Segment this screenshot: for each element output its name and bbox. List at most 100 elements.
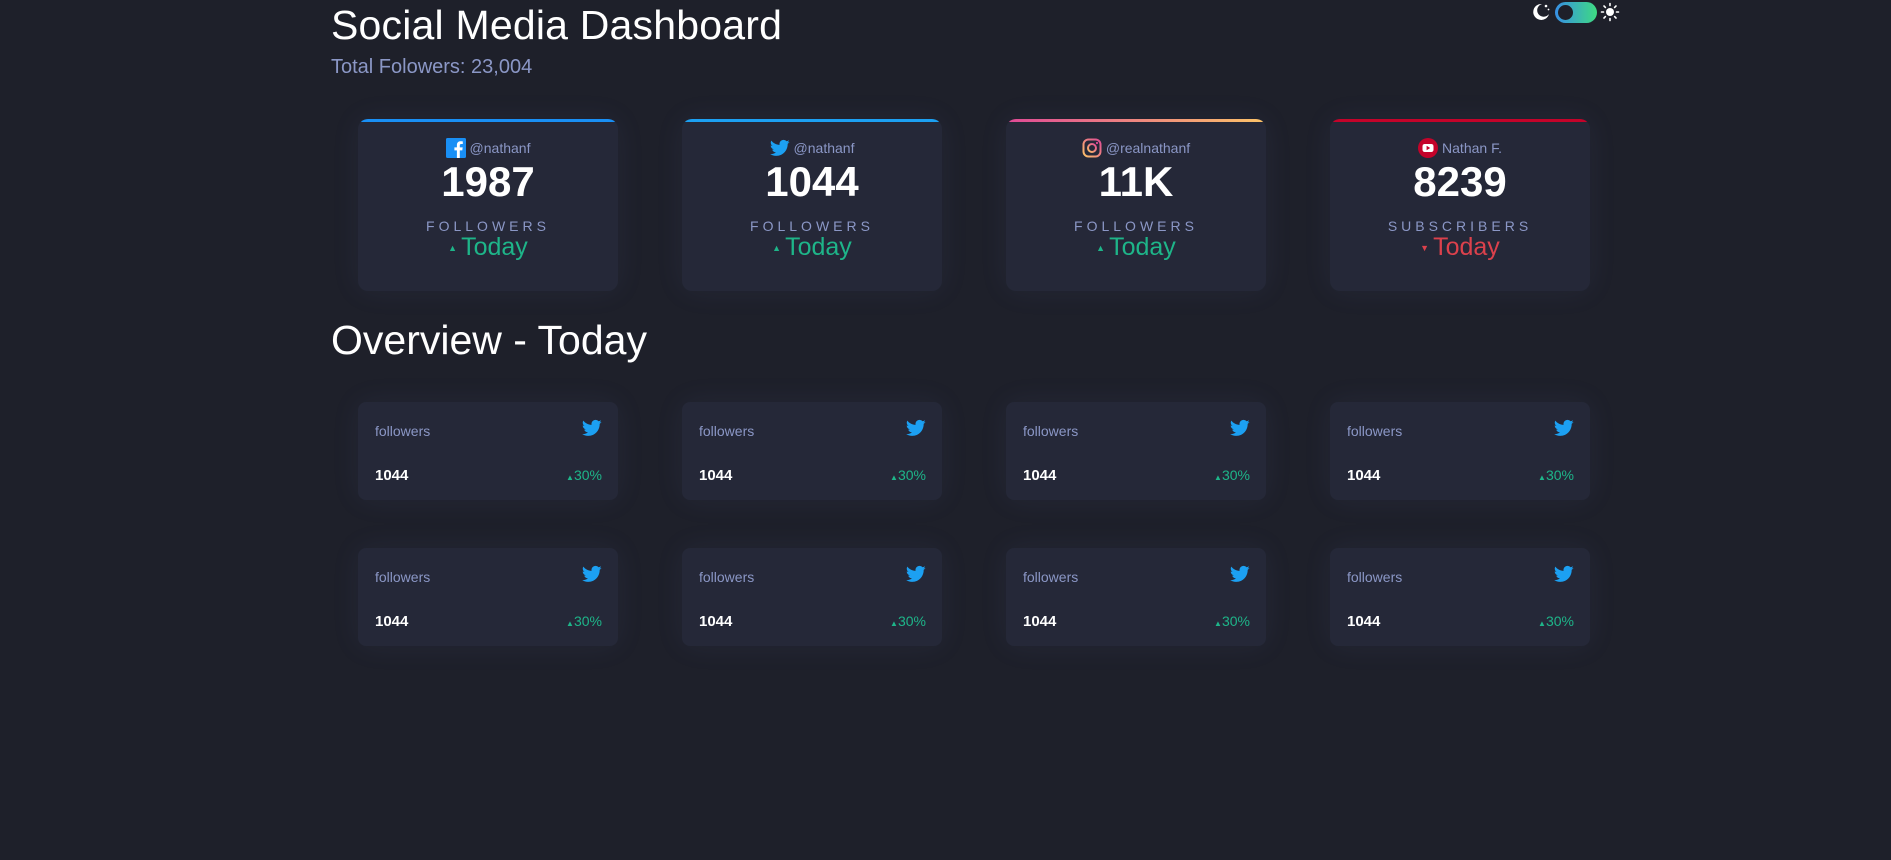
card-twitter[interactable]: @nathanf 1044 FOLLOWERS ▲ Today	[682, 119, 942, 291]
overview-card-change: ▲30%	[890, 467, 926, 483]
overview-card[interactable]: followers 1044 ▲30%	[682, 548, 942, 646]
overview-card-change: ▲30%	[1538, 613, 1574, 629]
down-arrow-icon: ▼	[1420, 242, 1430, 253]
card-label: FOLLOWERS	[1074, 218, 1198, 234]
up-arrow-icon: ▲	[1214, 619, 1222, 628]
card-change-text: Today	[1433, 233, 1500, 261]
overview-card[interactable]: followers 1044 ▲30%	[682, 402, 942, 500]
overview-title: Overview - Today	[331, 317, 647, 363]
up-arrow-icon: ▲	[566, 473, 574, 482]
overview-card-change-text: 30%	[573, 613, 602, 629]
overview-card-label: followers	[1023, 423, 1079, 439]
up-arrow-icon: ▲	[448, 242, 458, 253]
total-followers: Total Folowers: 23,004	[331, 56, 533, 78]
card-change-text: Today	[785, 233, 852, 261]
card-change: ▼ Today	[1330, 233, 1590, 262]
card-handle-text: @nathanf	[793, 140, 855, 156]
card-change: ▲ Today	[682, 233, 942, 262]
dashboard-header: Social Media Dashboard Total Folowers: 2…	[331, 0, 782, 79]
overview-card-label: followers	[1023, 569, 1079, 585]
overview-card-change-text: 30%	[1221, 467, 1250, 483]
card-handle: @realnathanf	[1006, 138, 1266, 158]
sun-icon	[1600, 2, 1620, 22]
card-instagram[interactable]: @realnathanf 11K FOLLOWERS ▲ Today	[1006, 119, 1266, 291]
card-accent-bar	[1006, 119, 1266, 122]
twitter-icon	[1230, 565, 1250, 582]
card-change-text: Today	[1109, 233, 1176, 261]
overview-card-value: 1044	[1023, 613, 1057, 630]
moon-icon	[1533, 3, 1550, 20]
overview-card-change: ▲30%	[890, 613, 926, 629]
overview-card-label: followers	[699, 569, 755, 585]
overview-card-value: 1044	[1023, 467, 1057, 484]
twitter-icon	[769, 139, 790, 156]
card-handle-text: @realnathanf	[1105, 140, 1191, 156]
twitter-icon	[906, 419, 926, 436]
card-handle-text: @nathanf	[469, 140, 531, 156]
facebook-icon	[445, 138, 466, 158]
card-youtube[interactable]: Nathan F. 8239 SUBSCRIBERS ▼ Today	[1330, 119, 1590, 291]
card-handle: Nathan F.	[1330, 138, 1590, 158]
overview-card-change-text: 30%	[1221, 613, 1250, 629]
twitter-icon	[582, 419, 602, 436]
overview-card[interactable]: followers 1044 ▲30%	[1006, 548, 1266, 646]
overview-card-value: 1044	[375, 467, 409, 484]
overview-card-label: followers	[699, 423, 755, 439]
up-arrow-icon: ▲	[890, 619, 898, 628]
overview-card-label: followers	[375, 423, 431, 439]
overview-card[interactable]: followers 1044 ▲30%	[358, 402, 618, 500]
twitter-icon	[1554, 565, 1574, 582]
overview-card-value: 1044	[1347, 613, 1381, 630]
twitter-icon	[1230, 419, 1250, 436]
card-count: 8239	[1413, 158, 1507, 205]
card-facebook[interactable]: @nathanf 1987 FOLLOWERS ▲ Today	[358, 119, 618, 291]
overview-card-value: 1044	[699, 613, 733, 630]
card-label: FOLLOWERS	[426, 218, 550, 234]
overview-card-change: ▲30%	[566, 613, 602, 629]
overview-card-change-text: 30%	[897, 467, 926, 483]
card-handle-text: Nathan F.	[1442, 140, 1502, 156]
twitter-icon	[906, 565, 926, 582]
instagram-icon	[1082, 138, 1102, 158]
up-arrow-icon: ▲	[1538, 619, 1546, 628]
card-count: 1044	[765, 158, 859, 205]
overview-card[interactable]: followers 1044 ▲30%	[1330, 548, 1590, 646]
card-handle: @nathanf	[358, 138, 618, 158]
theme-switch[interactable]	[1555, 2, 1597, 23]
overview-card-change-text: 30%	[1545, 467, 1574, 483]
overview-card-label: followers	[375, 569, 431, 585]
card-handle: @nathanf	[682, 138, 942, 158]
overview-card-label: followers	[1347, 423, 1403, 439]
overview-card-change-text: 30%	[573, 467, 602, 483]
up-arrow-icon: ▲	[1214, 473, 1222, 482]
up-arrow-icon: ▲	[566, 619, 574, 628]
theme-switch-knob[interactable]	[1558, 5, 1573, 20]
youtube-icon	[1418, 138, 1439, 158]
theme-toggle[interactable]	[1531, 0, 1621, 26]
card-accent-bar	[1330, 119, 1590, 122]
card-accent-bar	[682, 119, 942, 122]
twitter-icon	[1554, 419, 1574, 436]
overview-card[interactable]: followers 1044 ▲30%	[1006, 402, 1266, 500]
overview-card-change: ▲30%	[1214, 467, 1250, 483]
overview-card-value: 1044	[1347, 467, 1381, 484]
card-accent-bar	[358, 119, 618, 122]
overview-card[interactable]: followers 1044 ▲30%	[358, 548, 618, 646]
overview-card-change: ▲30%	[1214, 613, 1250, 629]
overview-card-value: 1044	[699, 467, 733, 484]
up-arrow-icon: ▲	[772, 242, 782, 253]
overview-card-change-text: 30%	[897, 613, 926, 629]
overview-card-value: 1044	[375, 613, 409, 630]
overview-card[interactable]: followers 1044 ▲30%	[1330, 402, 1590, 500]
card-label: FOLLOWERS	[750, 218, 874, 234]
up-arrow-icon: ▲	[1096, 242, 1106, 253]
card-change-text: Today	[461, 233, 528, 261]
card-count: 11K	[1098, 158, 1174, 205]
overview-card-change: ▲30%	[1538, 467, 1574, 483]
card-change: ▲ Today	[358, 233, 618, 262]
overview-card-label: followers	[1347, 569, 1403, 585]
card-count: 1987	[441, 158, 535, 205]
up-arrow-icon: ▲	[890, 473, 898, 482]
twitter-icon	[582, 565, 602, 582]
card-change: ▲ Today	[1006, 233, 1266, 262]
